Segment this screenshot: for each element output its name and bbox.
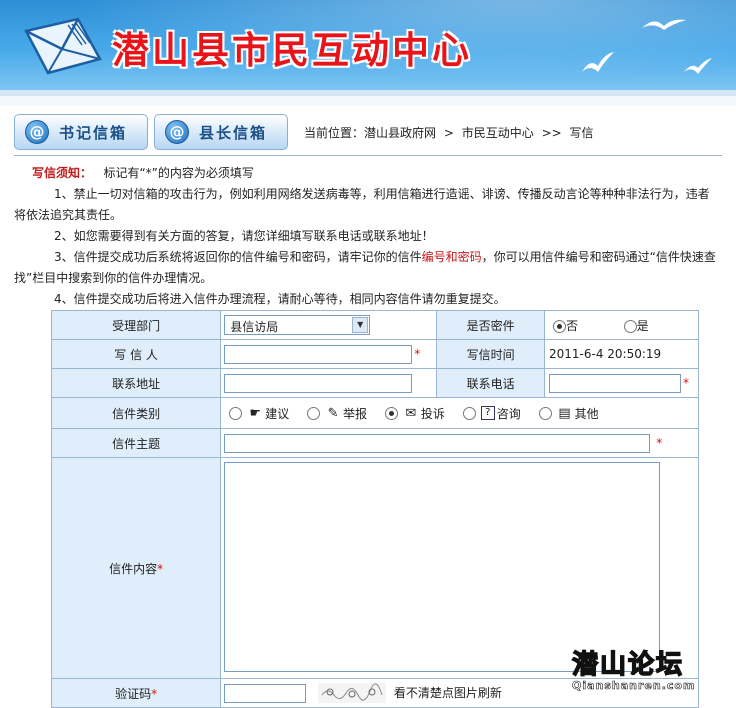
code-label-text: 验证码 [115,686,152,701]
captcha-hint: 看不清楚点图片刷新 [393,685,502,700]
watermark-url: Qianshanren.com [572,679,696,693]
seagull-icon [582,52,614,72]
time-label: 写信时间 [436,339,545,369]
subject-input[interactable] [224,433,651,453]
watermark-title: 潜山论坛 [571,649,685,681]
type-radio[interactable] [307,406,321,420]
type-label-text: 投诉 [420,406,445,421]
breadcrumb-current: 写信 [569,126,594,140]
type-label-text: 其他 [574,406,599,421]
header-divider [0,96,736,106]
site-title: 潜山县市民互动中心 [112,28,472,72]
county-mayor-mailbox-button[interactable]: @ 县长信箱 [154,114,288,150]
code-label: 验证码* [50,678,222,708]
notice-item-1: 1、禁止一切对信箱的攻击行为，例如利用网络发送病毒等，利用信箱进行造谣、诽谤、传… [14,187,710,222]
county-mayor-mailbox-label: 县长信箱 [199,124,268,142]
type-radio[interactable] [384,406,398,420]
type-radio[interactable] [462,406,476,420]
notice-intro: 标记有“*”的内容为必须填写 [103,166,254,180]
chevron-down-icon: ▼ [352,317,369,333]
seagull-icon [684,58,712,74]
dept-select-value: 县信访局 [230,320,279,334]
question-icon: ? [480,406,495,420]
type-option-other[interactable]: ▤ 其他 [538,405,599,422]
divider-line [14,155,722,156]
writer-label: 写 信 人 [50,339,222,369]
type-label-text: 咨询 [496,406,521,421]
breadcrumb-separator: >> [541,126,562,140]
card-icon: ▤ [558,405,571,421]
notice-item-3-text: 3、信件提交成功后系统将返回你的信件编号和密码，请牢记你的信件 [54,250,422,264]
type-radio[interactable] [538,406,552,420]
content-textarea[interactable] [224,461,661,672]
content-label: 信件内容* [50,457,222,679]
at-icon: @ [165,120,189,144]
captcha-image[interactable] [318,683,387,703]
type-radio[interactable] [229,406,243,420]
envelope-icon: ✉ [405,405,417,421]
type-option-complaint[interactable]: ✉ 投诉 [384,405,445,422]
type-label-text: 建议 [265,406,290,421]
required-star: * [683,375,689,390]
breadcrumb-separator: > [443,126,454,140]
notice-item-2: 2、如您需要得到有关方面的答复，请您详细填写联系电话或联系地址！ [54,229,434,243]
breadcrumb: 当前位置：潜山县政府网 > 市民互动中心 >> 写信 [304,124,598,141]
phone-input[interactable] [549,373,681,393]
dept-select[interactable]: 县信访局 ▼ [224,315,371,335]
phone-label: 联系电话 [436,368,545,398]
type-option-suggest[interactable]: ☛ 建议 [229,405,289,422]
address-input[interactable] [224,373,413,393]
report-icon: ✎ [327,405,339,421]
type-label: 信件类别 [50,397,222,429]
secret-yes-radio[interactable] [623,319,637,333]
forum-watermark: 潜山论坛 Qianshanren.com [571,644,732,698]
type-label-text: 举报 [343,406,368,421]
required-star: * [414,346,421,361]
required-star: * [157,561,164,576]
breadcrumb-gov-link[interactable]: 潜山县政府网 [364,126,436,140]
dept-label: 受理部门 [50,310,222,340]
type-option-report[interactable]: ✎ 举报 [307,405,367,422]
secret-no-label: 否 [566,318,579,333]
breadcrumb-prefix: 当前位置： [304,126,365,140]
notice-item-3: 3、信件提交成功后系统将返回你的信件编号和密码，请牢记你的信件编号和密码，你可以… [14,247,718,289]
secretary-mailbox-button[interactable]: @ 书记信箱 [14,114,148,150]
pointing-hand-icon: ☛ [249,405,262,421]
time-value: 2011-6-4 20:50:19 [544,339,699,369]
content-label-text: 信件内容 [109,561,158,576]
required-star: * [656,435,663,450]
at-icon: @ [25,120,49,144]
secret-yes-label: 是 [636,318,649,333]
writing-notice: 写信须知： 标记有“*”的内容为必须填写 1、禁止一切对信箱的攻击行为，例如利用… [14,163,718,310]
required-star: * [151,686,158,701]
address-label: 联系地址 [50,368,222,398]
notice-item-3-highlight: 编号和密码 [421,250,482,264]
seagull-icon [642,19,686,30]
secret-no-radio[interactable] [553,319,566,333]
writer-input[interactable] [224,344,413,364]
secret-label: 是否密件 [436,310,545,340]
breadcrumb-center-link[interactable]: 市民互动中心 [462,126,534,140]
secretary-mailbox-label: 书记信箱 [59,124,128,142]
subject-label: 信件主题 [50,428,222,458]
type-option-consult[interactable]: ? 咨询 [462,405,521,422]
notice-heading: 写信须知： [32,166,93,180]
envelope-logo-icon [24,17,102,75]
header-banner: 潜山县市民互动中心 [0,0,736,90]
notice-item-4: 4、信件提交成功后将进入信件办理流程，请耐心等待，相同内容信件请勿重复提交。 [54,292,506,306]
